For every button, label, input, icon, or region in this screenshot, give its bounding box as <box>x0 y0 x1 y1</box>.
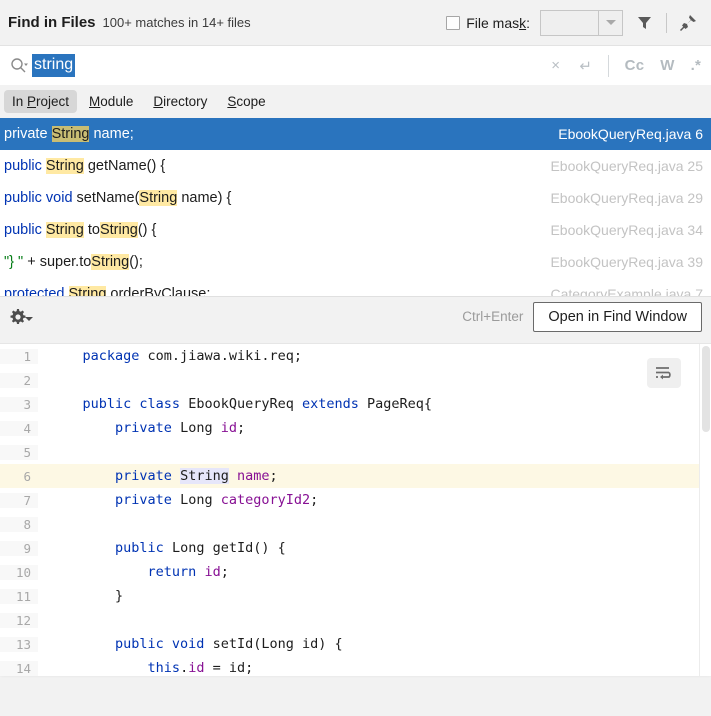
match-summary: 100+ matches in 14+ files <box>102 15 251 30</box>
line-number: 10 <box>0 564 38 580</box>
header-divider <box>666 12 667 33</box>
code-text: private Long id; <box>115 420 246 436</box>
match-case-toggle[interactable]: Cc <box>625 57 645 74</box>
line-number: 6 <box>0 468 38 484</box>
scope-tab-project[interactable]: In Project <box>4 90 78 113</box>
result-code: "} " + super.toString(); <box>4 254 143 270</box>
code-text: public void setId(Long id) { <box>115 636 343 652</box>
code-line: 2 <box>0 368 699 392</box>
scope-tabs: In Project Module Directory Scope <box>0 85 711 118</box>
code-line: 5 <box>0 440 699 464</box>
result-location: EbookQueryReq.java 39 <box>550 254 703 270</box>
clear-search-icon[interactable]: × <box>548 54 564 78</box>
line-number: 9 <box>0 540 38 556</box>
code-line: 11 } <box>0 584 699 608</box>
line-number: 4 <box>0 420 38 436</box>
code-line: 3 public class EbookQueryReq extends Pag… <box>0 392 699 416</box>
code-text: package com.jiawa.wiki.req; <box>82 348 302 364</box>
code-text: private String name; <box>115 468 278 484</box>
page-title: Find in Files <box>8 14 96 31</box>
result-row[interactable]: public void setName(String name) { EbookQ… <box>0 182 711 214</box>
file-mask-input[interactable] <box>541 11 598 35</box>
dialog-header: Find in Files 100+ matches in 14+ files … <box>0 0 711 45</box>
result-code: protected String orderByClause; <box>4 286 538 296</box>
file-mask-label: File mask: <box>466 14 530 31</box>
results-list[interactable]: private String name; EbookQueryReq.java 6… <box>0 118 711 296</box>
scope-tab-directory[interactable]: Directory <box>145 90 215 113</box>
result-row[interactable]: protected String orderByClause; CategoryE… <box>0 278 711 296</box>
gear-icon[interactable] <box>8 307 33 327</box>
code-line: 6 private String name; <box>0 464 699 488</box>
line-number: 12 <box>0 612 38 628</box>
result-code: private String name; <box>4 126 134 142</box>
result-code: public String toString() { <box>4 222 157 238</box>
code-line: 13 public void setId(Long id) { <box>0 632 699 656</box>
line-number: 8 <box>0 516 38 532</box>
code-text: this.id = id; <box>147 660 254 676</box>
new-line-icon[interactable]: ↵ <box>578 54 594 78</box>
line-number: 11 <box>0 588 38 604</box>
code-text: } <box>50 588 124 604</box>
result-code: public String getName() { <box>4 158 166 174</box>
open-in-find-window-button[interactable]: Open in Find Window <box>533 301 702 332</box>
file-mask-combo[interactable] <box>540 9 623 36</box>
file-mask-checkbox[interactable] <box>446 15 461 30</box>
preview-scrollbar-thumb[interactable] <box>702 346 710 432</box>
words-toggle[interactable]: W <box>660 57 674 74</box>
line-number: 1 <box>0 348 38 364</box>
find-in-files-dialog: Find in Files 100+ matches in 14+ files … <box>0 0 711 716</box>
code-line: 7 private Long categoryId2; <box>0 488 699 512</box>
dialog-footer: Ctrl+Enter Open in Find Window <box>0 296 711 336</box>
result-location: EbookQueryReq.java 34 <box>550 222 703 238</box>
result-location: EbookQueryReq.java 6 <box>558 126 703 142</box>
chevron-down-icon[interactable] <box>598 10 622 35</box>
preview-scrollbar[interactable] <box>699 344 711 676</box>
shortcut-hint: Ctrl+Enter <box>462 309 524 324</box>
search-bar: string × ↵ Cc W .* <box>0 45 711 85</box>
code-line: 12 <box>0 608 699 632</box>
search-divider <box>607 54 609 77</box>
code-line: 9 public Long getId() { <box>0 536 699 560</box>
line-number: 7 <box>0 492 38 508</box>
code-text: public Long getId() { <box>115 540 286 556</box>
result-location: EbookQueryReq.java 29 <box>550 190 703 206</box>
result-row[interactable]: "} " + super.toString(); EbookQueryReq.ja… <box>0 246 711 278</box>
result-row[interactable]: private String name; EbookQueryReq.java 6 <box>0 118 711 150</box>
code-line: 10 return id; <box>0 560 699 584</box>
preview-panel: EbookQueryReq.java src/main/java/com/jia… <box>0 310 711 676</box>
result-location: EbookQueryReq.java 25 <box>550 158 703 174</box>
scope-tab-module[interactable]: Module <box>81 90 141 113</box>
code-line: 14 this.id = id; <box>0 656 699 676</box>
code-line: 8 <box>0 512 699 536</box>
result-code: public void setName(String name) { <box>4 190 232 206</box>
search-magnifier-icon[interactable] <box>6 57 32 75</box>
regex-toggle[interactable]: .* <box>691 57 701 74</box>
pin-icon[interactable] <box>675 10 701 36</box>
code-text: return id; <box>147 564 229 580</box>
code-text: private Long categoryId2; <box>115 492 319 508</box>
code-preview[interactable]: 1 package com.jiawa.wiki.req; 2 3 public c… <box>0 344 699 676</box>
preview-body: 1 package com.jiawa.wiki.req; 2 3 public c… <box>0 344 711 676</box>
result-row[interactable]: public String getName() { EbookQueryReq.j… <box>0 150 711 182</box>
line-number: 14 <box>0 660 38 676</box>
search-input[interactable]: string <box>32 54 76 77</box>
scope-tab-scope[interactable]: Scope <box>219 90 273 113</box>
code-line: 1 package com.jiawa.wiki.req; <box>0 344 699 368</box>
code-line: 4 private Long id; <box>0 416 699 440</box>
filter-funnel-icon[interactable] <box>631 10 657 36</box>
line-number: 13 <box>0 636 38 652</box>
file-mask-group: File mask: <box>446 9 623 36</box>
code-text: public class EbookQueryReq extends PageR… <box>82 396 433 412</box>
result-row[interactable]: public String toString() { EbookQueryReq.… <box>0 214 711 246</box>
line-number: 3 <box>0 396 38 412</box>
line-number: 2 <box>0 372 38 388</box>
soft-wrap-icon[interactable] <box>647 358 681 388</box>
line-number: 5 <box>0 444 38 460</box>
result-location: CategoryExample.java 7 <box>550 286 703 296</box>
